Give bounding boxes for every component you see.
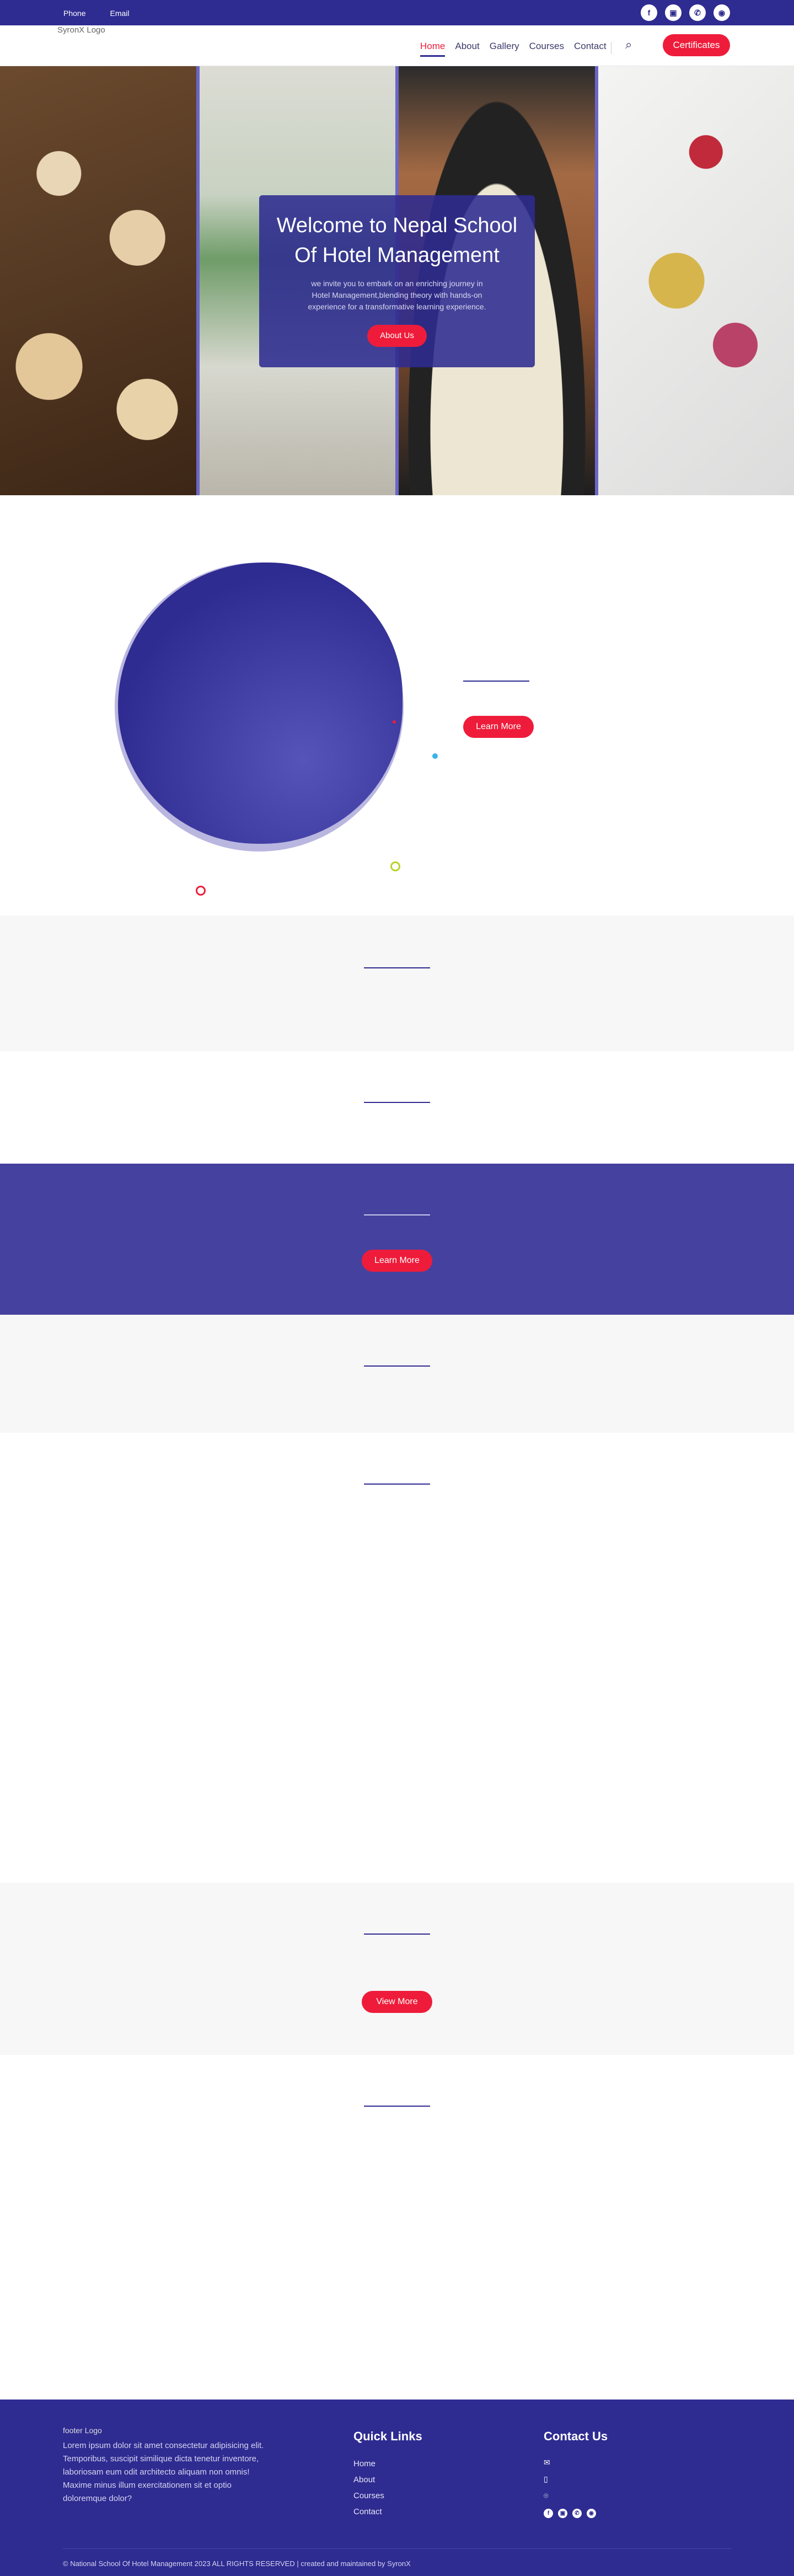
- main-nav: SyronX Logo Home About Gallery Courses C…: [0, 25, 794, 66]
- topbar-social: f ▣ ✆ ◉: [641, 4, 730, 21]
- footer-facebook-icon[interactable]: f: [544, 2509, 553, 2518]
- gallery-view-more-button[interactable]: View More: [362, 1991, 432, 2013]
- footer-divider: [63, 2548, 731, 2549]
- location-icon[interactable]: ⌾: [544, 2491, 550, 2500]
- nav-item-contact[interactable]: Contact: [574, 41, 607, 57]
- contact-us-title: Contact Us: [544, 2429, 608, 2443]
- email-icon[interactable]: ✉: [544, 2458, 550, 2467]
- nav-item-home[interactable]: Home: [420, 41, 446, 57]
- nav-item-about[interactable]: About: [455, 41, 479, 57]
- gallery-section: View More: [0, 1883, 794, 2055]
- phone-link[interactable]: Phone: [63, 9, 85, 18]
- about-image-blob: [118, 563, 403, 844]
- search-icon[interactable]: ⌕: [625, 38, 632, 52]
- top-bar: Phone Email f ▣ ✆ ◉: [0, 0, 794, 25]
- cta-section: Learn More: [0, 1164, 794, 1315]
- footer-link-courses[interactable]: Courses: [353, 2491, 384, 2500]
- team-section: [0, 1433, 794, 1883]
- news-heading-underline: [364, 2106, 430, 2107]
- viber-icon[interactable]: ◉: [713, 4, 730, 21]
- footer-instagram-icon[interactable]: ▣: [558, 2509, 567, 2518]
- certificates-button[interactable]: Certificates: [663, 34, 730, 56]
- testimonials-heading-underline: [364, 1365, 430, 1367]
- features-section: [0, 1051, 794, 1164]
- site-footer: footer Logo Lorem ipsum dolor sit amet c…: [0, 2400, 794, 2576]
- about-learn-more-button[interactable]: Learn More: [463, 716, 534, 738]
- courses-heading-underline: [364, 967, 430, 968]
- footer-logo[interactable]: footer Logo: [63, 2426, 102, 2435]
- footer-link-about[interactable]: About: [353, 2475, 384, 2484]
- hero-section: Welcome to Nepal School Of Hotel Managem…: [0, 66, 794, 495]
- hero-overlay: Welcome to Nepal School Of Hotel Managem…: [259, 195, 535, 367]
- whatsapp-icon[interactable]: ✆: [689, 4, 706, 21]
- site-logo[interactable]: SyronX Logo: [57, 25, 105, 35]
- quick-links-list: Home About Courses Contact: [353, 2459, 384, 2516]
- courses-section: [0, 915, 794, 1051]
- hero-image-sushi: [598, 66, 794, 495]
- hero-text: we invite you to embark on an enriching …: [308, 279, 486, 311]
- cta-learn-more-button[interactable]: Learn More: [362, 1250, 432, 1272]
- copyright-text: © National School Of Hotel Management 20…: [63, 2559, 411, 2568]
- facebook-icon[interactable]: f: [641, 4, 657, 21]
- gallery-heading-underline: [364, 1934, 430, 1935]
- footer-description: Lorem ipsum dolor sit amet consectetur a…: [63, 2441, 264, 2503]
- nav-item-gallery[interactable]: Gallery: [490, 41, 519, 57]
- news-section: [0, 2055, 794, 2400]
- testimonials-section: [0, 1315, 794, 1433]
- team-heading-underline: [364, 1484, 430, 1485]
- footer-link-home[interactable]: Home: [353, 2459, 384, 2468]
- decor-ring-green: [390, 861, 400, 871]
- footer-link-contact[interactable]: Contact: [353, 2507, 384, 2516]
- quick-links-title: Quick Links: [353, 2429, 422, 2443]
- about-heading-underline: [463, 681, 529, 682]
- topbar-contact: Phone Email: [63, 9, 130, 18]
- decor-dot-red: [393, 720, 396, 724]
- cta-heading-underline: [364, 1214, 430, 1215]
- hero-image-coffee: [0, 66, 196, 495]
- features-heading-underline: [364, 1102, 430, 1103]
- footer-whatsapp-icon[interactable]: ✆: [572, 2509, 582, 2518]
- contact-list: ✉ ▯ ⌾: [544, 2458, 550, 2500]
- footer-social: f ▣ ✆ ◉: [544, 2509, 596, 2518]
- nav-item-courses[interactable]: Courses: [529, 41, 564, 57]
- footer-viber-icon[interactable]: ◉: [587, 2509, 596, 2518]
- about-us-button[interactable]: About Us: [367, 325, 427, 347]
- about-section: Learn More: [0, 495, 794, 915]
- decor-ring-red: [196, 886, 206, 896]
- hero-title: Welcome to Nepal School Of Hotel Managem…: [276, 214, 518, 267]
- instagram-icon[interactable]: ▣: [665, 4, 682, 21]
- nav-menu: Home About Gallery Courses Contact: [420, 41, 607, 57]
- decor-dot-blue: [432, 753, 438, 759]
- email-link[interactable]: Email: [110, 9, 129, 18]
- phone-icon[interactable]: ▯: [544, 2475, 550, 2484]
